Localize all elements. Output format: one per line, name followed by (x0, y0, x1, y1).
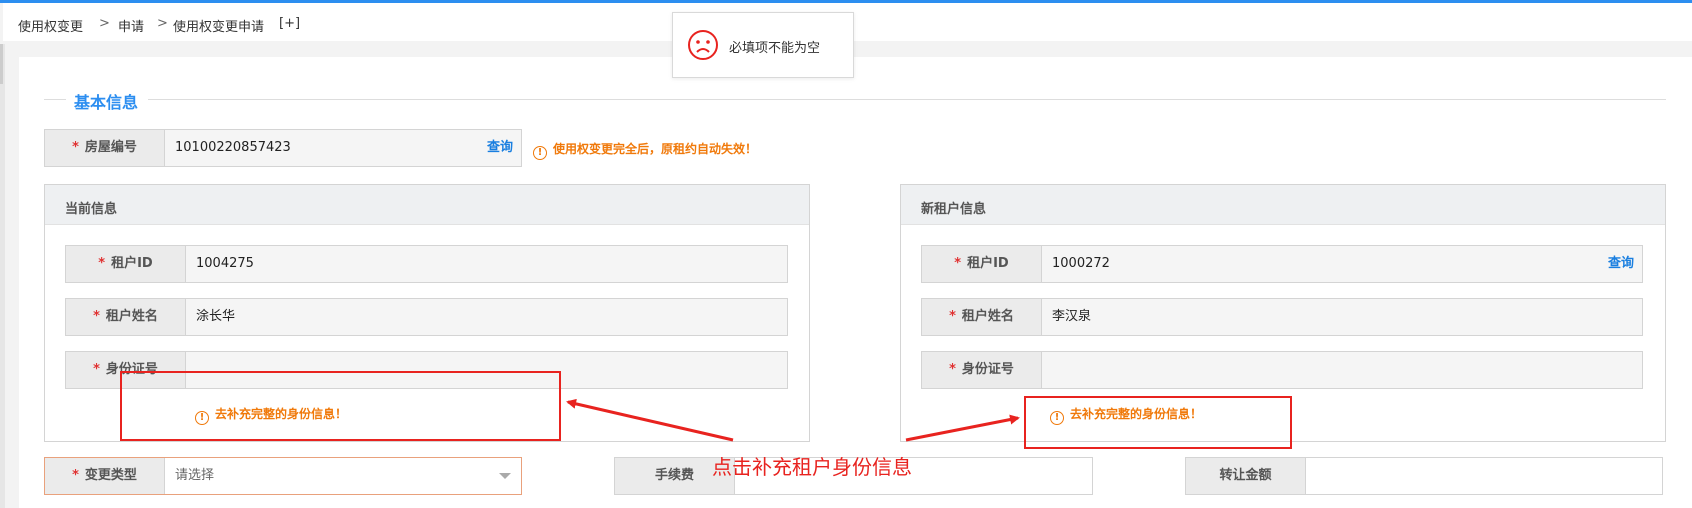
new-id-number-value[interactable] (1042, 352, 1052, 388)
breadcrumb-separator: > (157, 16, 168, 31)
house-number-field: * 房屋编号 10100220857423 查询 (44, 129, 522, 167)
new-panel-title: 新租户信息 (921, 202, 987, 217)
sad-face-icon (688, 30, 718, 60)
new-tenant-name-value[interactable]: 李汉泉 (1042, 299, 1091, 335)
left-sidebar-strip (0, 44, 5, 508)
house-notice: ! 使用权变更完全后，原租约自动失效！ (533, 140, 757, 160)
house-query-button[interactable]: 查询 (487, 130, 513, 166)
current-tenant-id-value[interactable]: 1004275 (186, 246, 254, 282)
change-type-select[interactable]: * 变更类型 请选择 (44, 457, 522, 495)
section-title: 基本信息 (74, 93, 139, 112)
house-number-label: * 房屋编号 (45, 130, 165, 166)
section-divider-left (44, 99, 66, 100)
breadcrumb-item-usage-change[interactable]: 使用权变更 (18, 16, 83, 35)
change-type-label: * 变更类型 (45, 458, 165, 494)
new-tenant-id-label: * 租户ID (922, 246, 1042, 282)
current-tenant-id-field: * 租户ID 1004275 (65, 245, 788, 283)
change-type-value[interactable]: 请选择 (165, 458, 521, 494)
annotation-text: 点击补充租户身份信息 (712, 455, 912, 479)
new-tenant-name-label: * 租户姓名 (922, 299, 1042, 335)
new-tenant-id-field: * 租户ID 1000272 查询 (921, 245, 1643, 283)
warning-icon: ! (533, 146, 547, 160)
current-tenant-name-label: * 租户姓名 (66, 299, 186, 335)
annotation-box-new (1024, 396, 1292, 449)
annotation-box-current (120, 371, 561, 441)
new-tenant-name-field: * 租户姓名 李汉泉 (921, 298, 1643, 336)
section-divider-right (148, 99, 1666, 100)
current-tenant-id-label: * 租户ID (66, 246, 186, 282)
transfer-amount-field: 转让金额 (1185, 457, 1663, 495)
new-id-number-label: * 身份证号 (922, 352, 1042, 388)
current-panel-title: 当前信息 (65, 202, 118, 217)
validation-toast: 必填项不能为空 (672, 12, 854, 78)
transfer-amount-label: 转让金额 (1186, 458, 1306, 494)
current-tenant-name-value[interactable]: 涂长华 (186, 299, 235, 335)
breadcrumb-item-current: 使用权变更申请 (173, 20, 265, 35)
new-tenant-id-value[interactable]: 1000272 (1042, 246, 1110, 282)
chevron-down-icon[interactable] (499, 473, 511, 479)
breadcrumb-item-apply[interactable]: 申请 (118, 16, 144, 35)
new-id-number-field: * 身份证号 (921, 351, 1643, 389)
breadcrumb-separator: > (99, 16, 110, 31)
transfer-amount-input[interactable] (1306, 458, 1662, 494)
house-number-value[interactable]: 10100220857423 (165, 130, 291, 166)
toast-message: 必填项不能为空 (729, 41, 821, 56)
breadcrumb-expand-button[interactable]: [+] (279, 16, 300, 31)
new-tenant-query-button[interactable]: 查询 (1608, 246, 1634, 282)
current-tenant-name-field: * 租户姓名 涂长华 (65, 298, 788, 336)
